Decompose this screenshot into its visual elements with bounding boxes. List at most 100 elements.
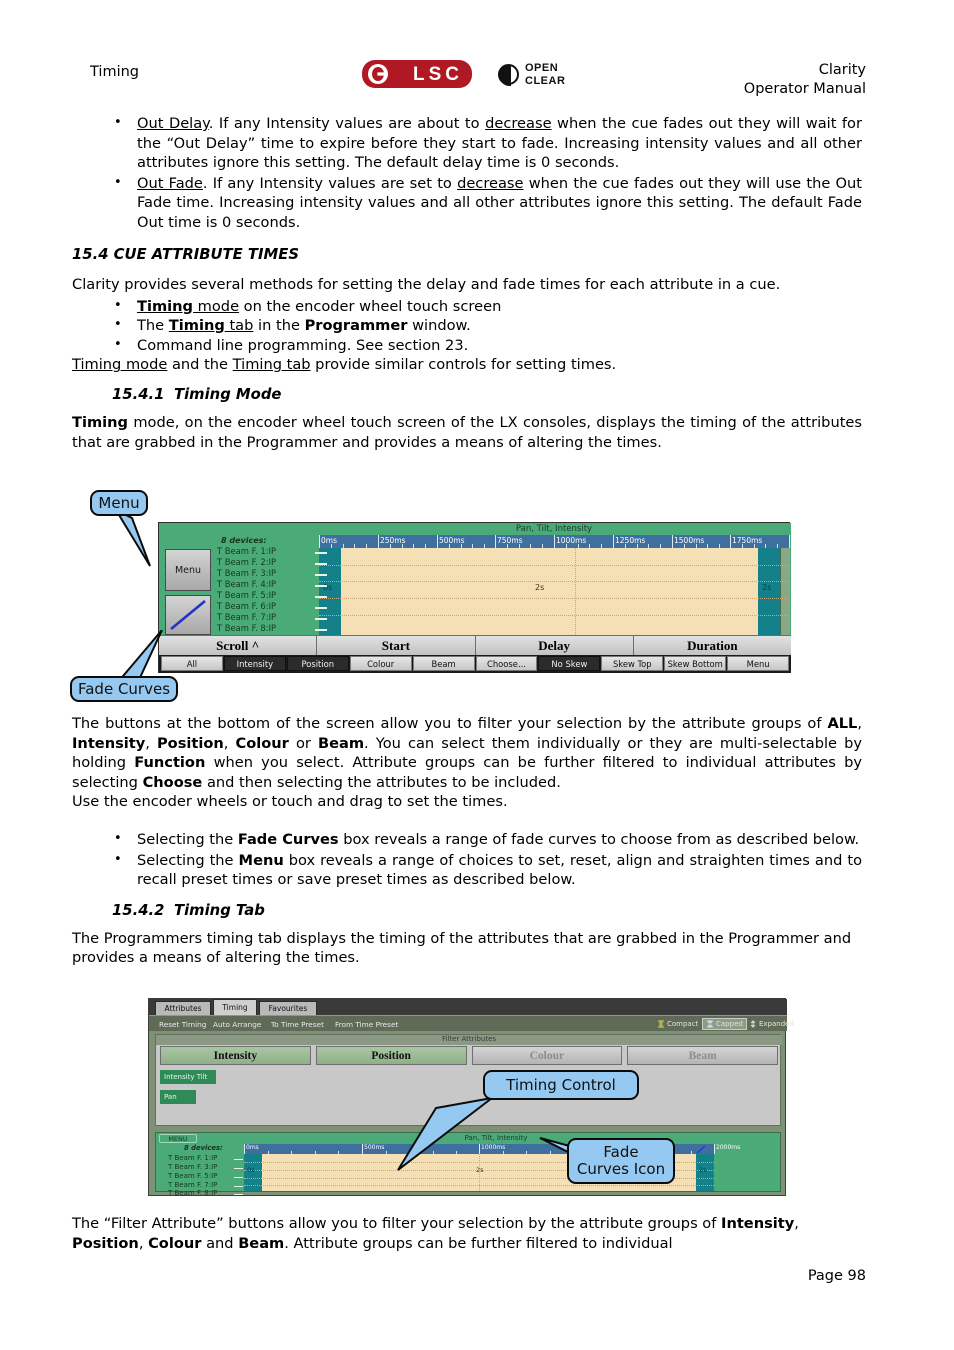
bullet-fade-curves-box: Selecting the Fade Curves box reveals a … bbox=[72, 829, 862, 850]
tab-timing[interactable]: Timing bbox=[213, 999, 257, 1015]
pf-and: and bbox=[201, 1234, 239, 1252]
pb-5: and then selecting the attributes to be … bbox=[202, 773, 561, 791]
expanded-icon bbox=[750, 1020, 756, 1028]
subsection-number-2: 15.4.2 bbox=[112, 901, 165, 919]
callout-menu-label: Menu bbox=[98, 493, 140, 512]
encoder-start-label[interactable]: Start bbox=[317, 635, 476, 655]
header-logos: LSC OPEN CLEAR bbox=[350, 60, 590, 90]
toolbar-reset-timing[interactable]: Reset Timing bbox=[159, 1020, 206, 1029]
document-page: Timing Clarity Operator Manual LSC OPEN … bbox=[0, 0, 954, 1350]
ruler-minor-tick bbox=[291, 1151, 292, 1154]
header-right-title: Clarity Operator Manual bbox=[744, 61, 866, 99]
timeline-menu-tag[interactable]: MENU bbox=[159, 1134, 197, 1143]
pf-c1: , bbox=[794, 1215, 799, 1232]
fade-menu-bullets-block: Selecting the Fade Curves box reveals a … bbox=[72, 829, 862, 968]
timeline-device-row: T Beam F. 5:IP bbox=[168, 1172, 218, 1180]
subsection-heading-15-4-1: 15.4.1 Timing Mode bbox=[72, 386, 862, 403]
timeline-dash bbox=[234, 1194, 243, 1196]
ruler-minor-tick bbox=[390, 544, 391, 548]
filter-button-skew-bottom[interactable]: Skew Bottom bbox=[664, 656, 727, 671]
filter-button-choose[interactable]: Choose... bbox=[475, 656, 538, 671]
attribute-chip-intensity-tilt[interactable]: Intensity Tilt bbox=[160, 1070, 216, 1084]
tab-attributes[interactable]: Attributes bbox=[155, 1001, 211, 1015]
timeline-dash bbox=[234, 1177, 243, 1179]
ruler-minor-tick bbox=[366, 544, 367, 548]
device-row: T Beam F. 3:IP bbox=[217, 568, 277, 578]
timeline-grid[interactable] bbox=[319, 548, 789, 635]
tab-favourites[interactable]: Favourites bbox=[259, 1001, 317, 1015]
bullet-out-delay: Out Delay. If any Intensity values are a… bbox=[72, 113, 862, 173]
out-delay-text-1: . If any Intensity values are about to bbox=[208, 115, 486, 132]
para-filter-attribute: The “Filter Attribute” buttons allow you… bbox=[72, 1214, 862, 1253]
ruler-minor-tick bbox=[530, 544, 531, 548]
the-word: The bbox=[137, 317, 169, 335]
filter-button-intensity[interactable]: Intensity bbox=[223, 656, 286, 671]
fade-curves-button[interactable] bbox=[165, 595, 211, 635]
bf-fade-curves: Fade Curves bbox=[237, 831, 339, 848]
filter-button-skew-top[interactable]: Skew Top bbox=[601, 656, 664, 671]
out-delay-term: Out Delay bbox=[137, 115, 209, 132]
callout-timing-control-label: Timing Control bbox=[506, 1075, 616, 1094]
ruler-minor-tick bbox=[765, 544, 766, 548]
timeline-mid-value: 2s bbox=[535, 583, 545, 592]
filter-button-no-skew[interactable]: No Skew bbox=[538, 656, 601, 671]
timing-bold-2: Timing bbox=[168, 317, 225, 335]
out-delay-decrease-term: decrease bbox=[485, 115, 552, 132]
device-row-dash bbox=[315, 552, 327, 554]
encoder-delay-label[interactable]: Delay bbox=[475, 635, 634, 655]
view-mode-expanded[interactable]: Expanded bbox=[746, 1018, 797, 1030]
encoder-duration-label[interactable]: Duration bbox=[633, 635, 791, 655]
filter-attr-intensity[interactable]: Intensity bbox=[160, 1046, 311, 1065]
device-row: T Beam F. 7:IP bbox=[217, 612, 277, 622]
filter-button-colour[interactable]: Colour bbox=[349, 656, 412, 671]
grid-vline bbox=[575, 548, 576, 635]
timeline-ruler: 0ms 250ms 500ms 750ms 1000ms 1250ms 1500ms 1750… bbox=[319, 535, 821, 548]
ruler-minor-tick bbox=[625, 544, 626, 548]
timing-bold-3: Timing bbox=[72, 413, 129, 431]
filter-button-beam[interactable]: Beam bbox=[412, 656, 475, 671]
compact-icon bbox=[658, 1020, 664, 1028]
fade-curves-icon[interactable] bbox=[696, 1145, 706, 1154]
timeline-device-row: T Beam F. 8:IP bbox=[168, 1189, 218, 1197]
out-fade-text-1: . If any Intensity values are set to bbox=[202, 174, 458, 192]
crescent-moon-icon bbox=[498, 64, 519, 86]
pb-or: or bbox=[288, 734, 318, 752]
toolbar-to-time-preset[interactable]: To Time Preset bbox=[271, 1020, 324, 1029]
pb-position: Position bbox=[156, 734, 224, 752]
grid-hline bbox=[319, 615, 789, 616]
toolbar-from-time-preset[interactable]: From Time Preset bbox=[335, 1020, 398, 1029]
filter-button-position[interactable]: Position bbox=[286, 656, 349, 671]
filter-attribute-paragraph-block: The “Filter Attribute” buttons allow you… bbox=[72, 1214, 862, 1253]
filter-button-menu[interactable]: Menu bbox=[727, 656, 790, 671]
in-the-word: in the bbox=[253, 317, 305, 335]
callout-fade-curves-label: Fade Curves bbox=[77, 679, 171, 698]
timing-panel-title: Pan, Tilt, Intensity bbox=[515, 524, 593, 534]
ruler-minor-tick bbox=[542, 544, 543, 548]
timeline-scrollbar[interactable] bbox=[780, 535, 790, 635]
callout-fci-line2: Curves Icon bbox=[576, 1160, 666, 1178]
timeline-device-row: T Beam F. 7:IP bbox=[168, 1181, 218, 1189]
toolbar-auto-arrange[interactable]: Auto Arrange bbox=[213, 1020, 261, 1029]
ruler-minor-tick bbox=[637, 544, 638, 548]
and-the-word: and the bbox=[167, 356, 233, 374]
devices-count-label: 8 devices: bbox=[221, 536, 267, 545]
para-encoder-wheels: Use the encoder wheels or touch and drag… bbox=[72, 793, 508, 811]
para-similar-rest: provide similar controls for setting tim… bbox=[310, 356, 617, 374]
ruler-tick-label: 1000ms bbox=[556, 536, 587, 545]
view-mode-compact[interactable]: Compact bbox=[654, 1018, 701, 1030]
tab-underline: tab bbox=[224, 317, 254, 335]
ruler-minor-tick bbox=[777, 544, 778, 548]
ruler-minor-tick bbox=[742, 544, 743, 548]
pb-c3: , bbox=[223, 734, 236, 752]
attribute-chip-pan[interactable]: Pan bbox=[160, 1090, 196, 1104]
capped-icon bbox=[707, 1020, 713, 1028]
ruler-minor-tick bbox=[425, 544, 426, 548]
bf-1: Selecting the bbox=[137, 831, 238, 848]
ruler-tick-label: 0ms bbox=[321, 536, 337, 545]
device-row-dash bbox=[315, 585, 327, 587]
window-word: window. bbox=[407, 317, 471, 335]
callout-fci-line1: Fade bbox=[603, 1143, 639, 1161]
device-row-dash bbox=[315, 607, 327, 609]
view-mode-capped[interactable]: Capped bbox=[702, 1018, 747, 1030]
ruler-minor-tick bbox=[589, 544, 590, 548]
